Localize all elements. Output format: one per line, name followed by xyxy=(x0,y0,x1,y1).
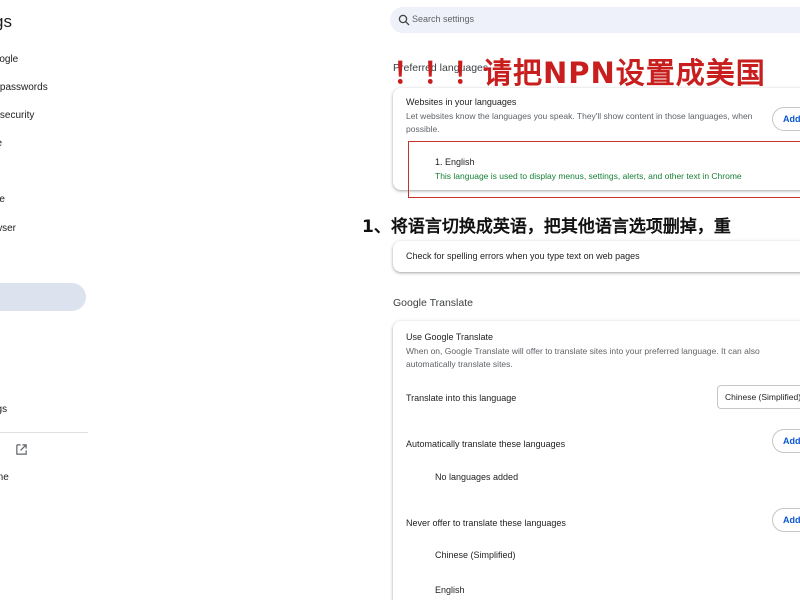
sidebar-item-label: Google xyxy=(0,54,19,65)
add-auto-translate-button[interactable]: Add xyxy=(772,429,800,453)
auto-translate-label: Automatically translate these languages xyxy=(406,439,566,449)
never-translate-item-chinese: Chinese (Simplified) xyxy=(435,550,516,560)
spellcheck-card[interactable]: Check for spelling errors when you type … xyxy=(393,241,800,272)
websites-languages-title: Websites in your languages xyxy=(406,97,517,107)
sidebar-item-label: tings xyxy=(0,404,8,415)
translate-into-select[interactable]: Chinese (Simplified) xyxy=(717,385,800,409)
sidebar-item-security[interactable]: nd security xyxy=(0,102,86,130)
google-translate-card: Use Google Translate When on, Google Tra… xyxy=(393,321,800,600)
sidebar-item-performance[interactable]: nce xyxy=(0,130,86,158)
sidebar-item-label: nce xyxy=(0,138,2,149)
add-language-button[interactable]: Add xyxy=(772,107,800,131)
sidebar-item-about-chrome[interactable]: rome xyxy=(0,464,86,492)
sidebar-item-label: nd security xyxy=(0,110,35,121)
never-translate-item-english: English xyxy=(435,585,465,595)
sidebar-divider xyxy=(0,432,88,433)
google-translate-title: Google Translate xyxy=(393,297,473,309)
language-display-note: This language is used to display menus, … xyxy=(435,171,742,181)
never-translate-label: Never offer to translate these languages xyxy=(406,518,566,528)
sidebar-item-label: rome xyxy=(0,472,9,483)
annotation-red-text: ！！！请把NPN设置成美国 xyxy=(393,56,766,90)
sidebar-item-label: rowser xyxy=(0,223,17,234)
sidebar-item-label: nd passwords xyxy=(0,82,48,93)
auto-translate-empty-text: No languages added xyxy=(435,472,519,482)
sidebar-item-passwords[interactable]: nd passwords xyxy=(0,74,86,102)
language-highlight-box: 1. English This language is used to disp… xyxy=(408,141,800,198)
use-google-translate-title: Use Google Translate xyxy=(406,332,494,342)
sidebar-item-extensions[interactable]: s xyxy=(0,436,86,464)
sidebar-item-label: gine xyxy=(0,194,5,205)
sidebar-item-languages[interactable]: s xyxy=(0,283,86,311)
sidebar-item-appearance[interactable]: ce xyxy=(0,158,86,186)
translate-into-label: Translate into this language xyxy=(406,393,517,403)
add-never-translate-button[interactable]: Add xyxy=(772,508,800,532)
sidebar-item-google[interactable]: Google xyxy=(0,46,86,74)
sidebar-item-on-startup[interactable]: p xyxy=(0,243,86,271)
language-item-english[interactable]: 1. English xyxy=(435,157,475,167)
app-title: gs xyxy=(0,12,12,31)
search-icon xyxy=(398,14,410,26)
search-bar[interactable]: Search settings xyxy=(390,7,800,33)
open-in-new-icon[interactable] xyxy=(15,443,28,456)
sidebar-item-default-browser[interactable]: rowser xyxy=(0,215,86,243)
sidebar-item-system[interactable] xyxy=(0,368,86,396)
sidebar-item-search-engine[interactable]: gine xyxy=(0,186,86,214)
use-google-translate-desc: When on, Google Translate will offer to … xyxy=(406,346,760,369)
annotation-instruction-text: 1、将语言切换成英语，把其他语言选项删掉，重 xyxy=(362,217,731,237)
spellcheck-label: Check for spelling errors when you type … xyxy=(406,251,640,261)
websites-languages-desc: Let websites know the languages you spea… xyxy=(406,111,753,134)
sidebar-item-reset-settings[interactable]: tings xyxy=(0,396,86,424)
search-input[interactable]: Search settings xyxy=(412,14,474,24)
sidebar-item-accessibility[interactable]: ity xyxy=(0,340,86,368)
sidebar-item-downloads[interactable]: ls xyxy=(0,311,86,339)
sidebar: gs Google nd passwords nd security nce c… xyxy=(0,0,90,600)
